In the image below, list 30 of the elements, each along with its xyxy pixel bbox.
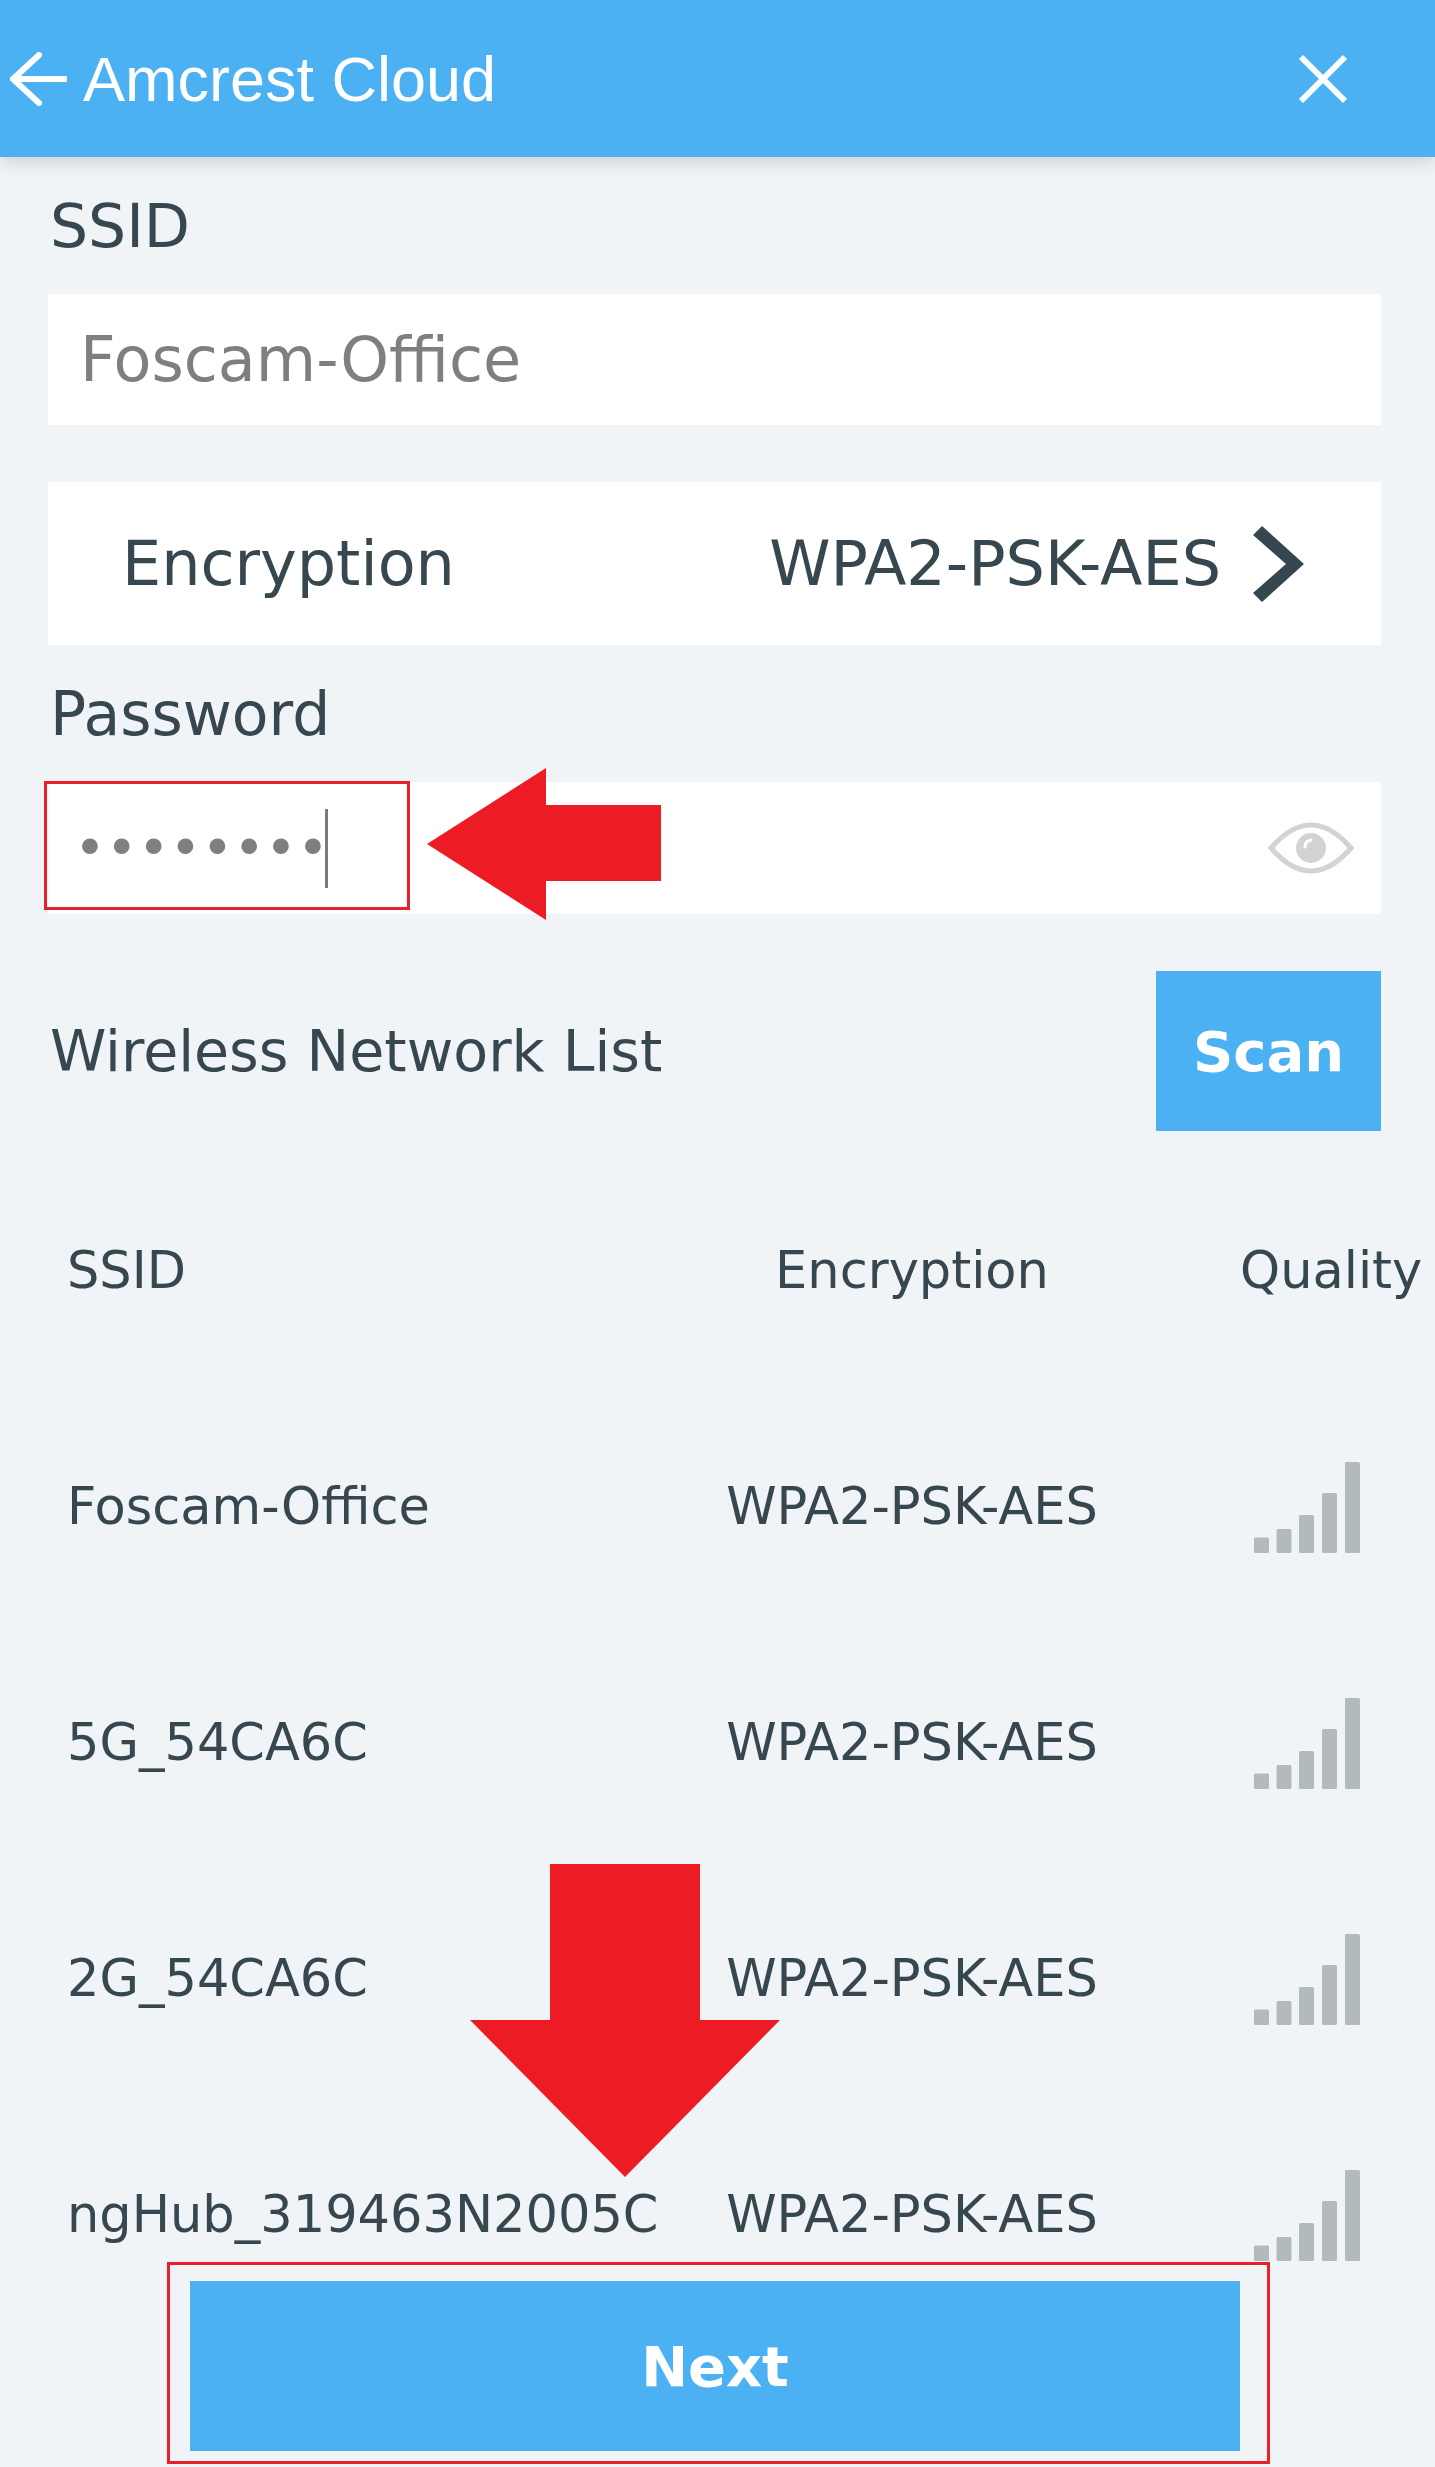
encryption-label: Encryption xyxy=(122,525,455,602)
close-icon[interactable] xyxy=(1298,53,1348,104)
signal-icon xyxy=(1254,1697,1360,1789)
table-cell: WPA2-PSK-AES xyxy=(726,1949,1098,2009)
table-cell: ngHub_319463N2005C xyxy=(67,2185,659,2245)
field-label: Password xyxy=(50,678,331,751)
column-header: Quality xyxy=(1240,1241,1423,1301)
table-cell: 2G_54CA6C xyxy=(67,1949,368,2009)
table-cell: Foscam-Office xyxy=(67,1477,430,1537)
signal-icon xyxy=(1254,1461,1360,1553)
chevron-right-icon xyxy=(1253,525,1304,602)
section-title: Wireless Network List xyxy=(50,1017,663,1086)
signal-icon xyxy=(1254,1933,1360,2025)
password-value: •••••••• xyxy=(74,815,329,881)
next-button[interactable]: Next xyxy=(190,2281,1240,2451)
ssid-field[interactable]: Foscam-Office xyxy=(48,294,1381,425)
back-arrow-icon[interactable] xyxy=(9,51,67,106)
column-header: Encryption xyxy=(775,1241,1049,1301)
encryption-value: WPA2-PSK-AES xyxy=(769,525,1221,602)
table-cell: 5G_54CA6C xyxy=(67,1713,368,1773)
field-label: SSID xyxy=(50,190,191,263)
table-cell: WPA2-PSK-AES xyxy=(726,1713,1098,1773)
table-cell: WPA2-PSK-AES xyxy=(726,1477,1098,1537)
signal-icon xyxy=(1254,2169,1360,2261)
scan-button[interactable]: Scan xyxy=(1156,971,1381,1131)
eye-icon[interactable] xyxy=(1268,820,1354,876)
encryption-selector[interactable]: Encryption WPA2-PSK-AES xyxy=(48,482,1381,645)
column-header: SSID xyxy=(67,1241,187,1301)
table-cell: WPA2-PSK-AES xyxy=(726,2185,1098,2245)
app-title: Amcrest Cloud xyxy=(83,42,497,116)
